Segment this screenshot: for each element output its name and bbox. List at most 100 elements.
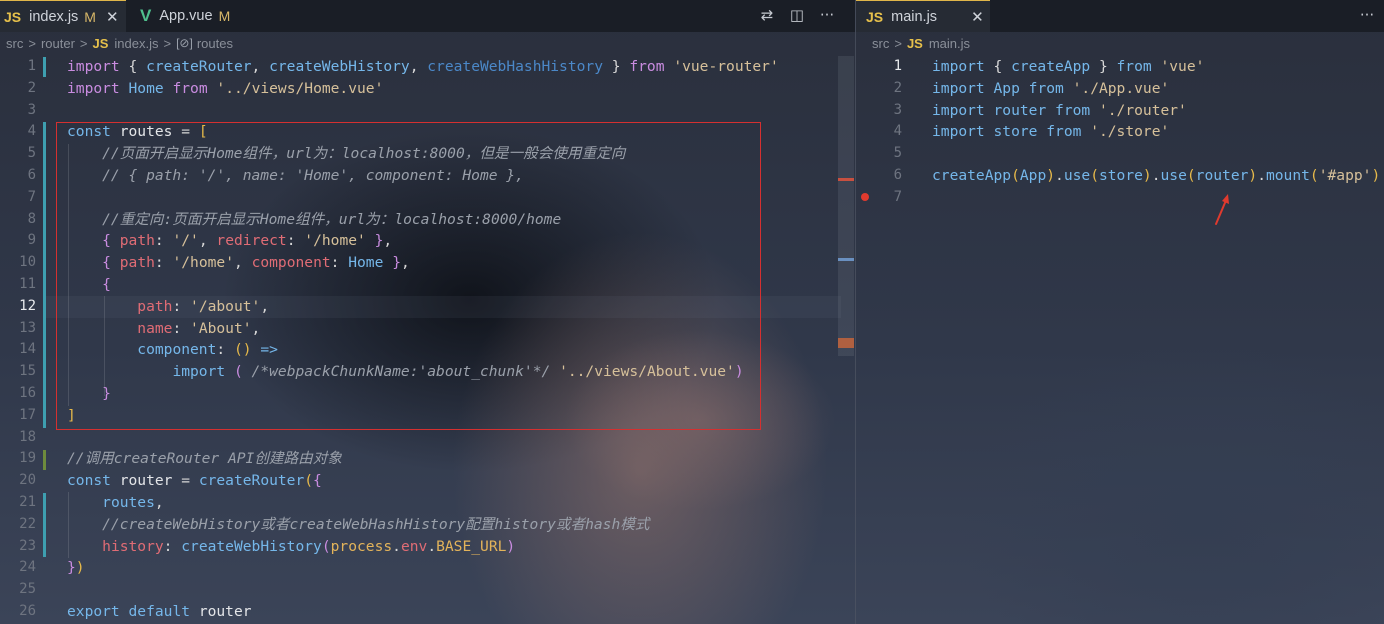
line-number[interactable]: 22 — [0, 514, 36, 536]
code-line[interactable]: import { createRouter, createWebHistory,… — [67, 56, 779, 78]
line-number[interactable]: 9 — [0, 230, 36, 252]
code-token: ) — [1248, 167, 1258, 184]
close-tab-icon[interactable]: ✕ — [971, 8, 984, 26]
code-token: App — [993, 79, 1020, 97]
code-token: . — [392, 537, 401, 555]
breakpoint-dot — [861, 193, 869, 201]
code-line[interactable]: import router from './router' — [932, 100, 1187, 122]
code-line[interactable]: import store from './store' — [932, 121, 1169, 143]
code-token: mount — [1265, 167, 1310, 184]
js-file-icon: JS — [866, 8, 884, 25]
code-token: createApp — [932, 167, 1012, 184]
code-token: createWebHistory — [269, 58, 410, 75]
code-line[interactable]: history: createWebHistory(process.env.BA… — [67, 536, 515, 558]
line-number[interactable]: 26 — [0, 601, 36, 623]
js-file-icon: JS — [4, 8, 22, 25]
git-modified-bar — [43, 493, 46, 557]
line-number[interactable]: 17 — [0, 405, 36, 427]
line-number[interactable]: 11 — [0, 274, 36, 296]
code-token: import — [67, 58, 120, 75]
line-number[interactable]: 18 — [0, 427, 36, 449]
code-token: . — [1055, 167, 1064, 184]
code-token: ( — [321, 537, 331, 555]
split-editor-icon[interactable]: ◫ — [786, 4, 808, 26]
line-number[interactable]: 5 — [0, 143, 36, 165]
code-token: . — [427, 537, 437, 555]
breadcrumb-symbol[interactable]: routes — [197, 36, 233, 51]
breadcrumb-folder-src[interactable]: src — [6, 36, 23, 51]
line-number[interactable]: 21 — [0, 492, 36, 514]
tab-index-js[interactable]: JS index.js M ✕ — [0, 0, 126, 32]
vue-file-icon: V — [140, 6, 152, 25]
breadcrumb-folder-router[interactable]: router — [41, 36, 75, 51]
breadcrumb-file[interactable]: index.js — [114, 36, 158, 51]
code-line[interactable]: const router = createRouter({ — [67, 470, 322, 492]
line-number[interactable]: 19 — [0, 448, 36, 470]
code-token: import — [932, 79, 985, 97]
line-number[interactable]: 23 — [0, 536, 36, 558]
breadcrumb-folder-src[interactable]: src — [872, 36, 889, 51]
breadcrumb-separator: > — [894, 35, 902, 51]
line-number[interactable]: 6 — [866, 165, 902, 187]
line-number[interactable]: 15 — [0, 361, 36, 383]
tab-main-js[interactable]: JS main.js ✕ — [856, 0, 990, 32]
line-number[interactable]: 25 — [0, 579, 36, 601]
code-token: from — [1055, 101, 1091, 119]
tab-app-vue[interactable]: V App.vue M — [140, 0, 230, 32]
code-token: , — [409, 58, 428, 75]
code-token: . — [1257, 167, 1266, 184]
code-line[interactable]: routes, — [67, 492, 164, 514]
code-token: : — [163, 537, 182, 555]
code-token: router — [119, 472, 173, 490]
code-token: { — [313, 472, 322, 490]
line-number[interactable]: 16 — [0, 383, 36, 405]
code-line[interactable]: import { createApp } from 'vue' — [932, 56, 1204, 78]
line-number[interactable]: 2 — [866, 78, 902, 100]
overview-ruler-marker — [838, 338, 854, 348]
line-number[interactable]: 8 — [0, 209, 36, 231]
code-token: } — [67, 559, 76, 577]
scrollbar[interactable] — [838, 56, 854, 356]
line-number[interactable]: 7 — [866, 187, 902, 209]
line-number[interactable]: 4 — [0, 121, 36, 143]
code-line[interactable]: import App from './App.vue' — [932, 78, 1169, 100]
line-number[interactable]: 6 — [0, 165, 36, 187]
line-number[interactable]: 1 — [866, 56, 902, 78]
more-actions-icon[interactable]: ··· — [1356, 4, 1378, 26]
close-tab-icon[interactable]: ✕ — [106, 8, 119, 26]
code-line[interactable]: }) — [67, 557, 85, 579]
line-number[interactable]: 5 — [866, 143, 902, 165]
line-number[interactable]: 14 — [0, 339, 36, 361]
line-number[interactable]: 1 — [0, 56, 36, 78]
code-token: default — [128, 603, 191, 620]
code-line[interactable]: //调用createRouter API创建路由对象 — [67, 448, 342, 470]
line-number[interactable]: 3 — [866, 100, 902, 122]
code-line[interactable]: export default router — [67, 601, 252, 623]
code-line[interactable]: import Home from '../views/Home.vue' — [67, 78, 383, 100]
line-number[interactable]: 3 — [0, 100, 36, 122]
more-actions-icon[interactable]: ··· — [816, 4, 838, 26]
line-number[interactable]: 7 — [0, 187, 36, 209]
tab-label: main.js — [891, 8, 938, 25]
line-number[interactable]: 24 — [0, 557, 36, 579]
line-number[interactable]: 2 — [0, 78, 36, 100]
line-number[interactable]: 10 — [0, 252, 36, 274]
code-token: . — [1151, 167, 1161, 184]
left-editor-group: JS index.js M ✕ V App.vue M ⇄ ◫ ··· src … — [0, 0, 855, 624]
line-number[interactable]: 13 — [0, 318, 36, 340]
compare-changes-icon[interactable]: ⇄ — [756, 4, 778, 26]
code-token: './store' — [1090, 123, 1170, 141]
code-line[interactable]: createApp(App).use(store).use(router).mo… — [932, 165, 1380, 187]
line-number[interactable]: 20 — [0, 470, 36, 492]
line-number[interactable]: 12 — [0, 296, 36, 318]
line-number[interactable]: 4 — [866, 121, 902, 143]
breadcrumb-file[interactable]: main.js — [929, 36, 970, 51]
code-line[interactable]: //createWebHistory或者createWebHashHistory… — [67, 514, 649, 536]
